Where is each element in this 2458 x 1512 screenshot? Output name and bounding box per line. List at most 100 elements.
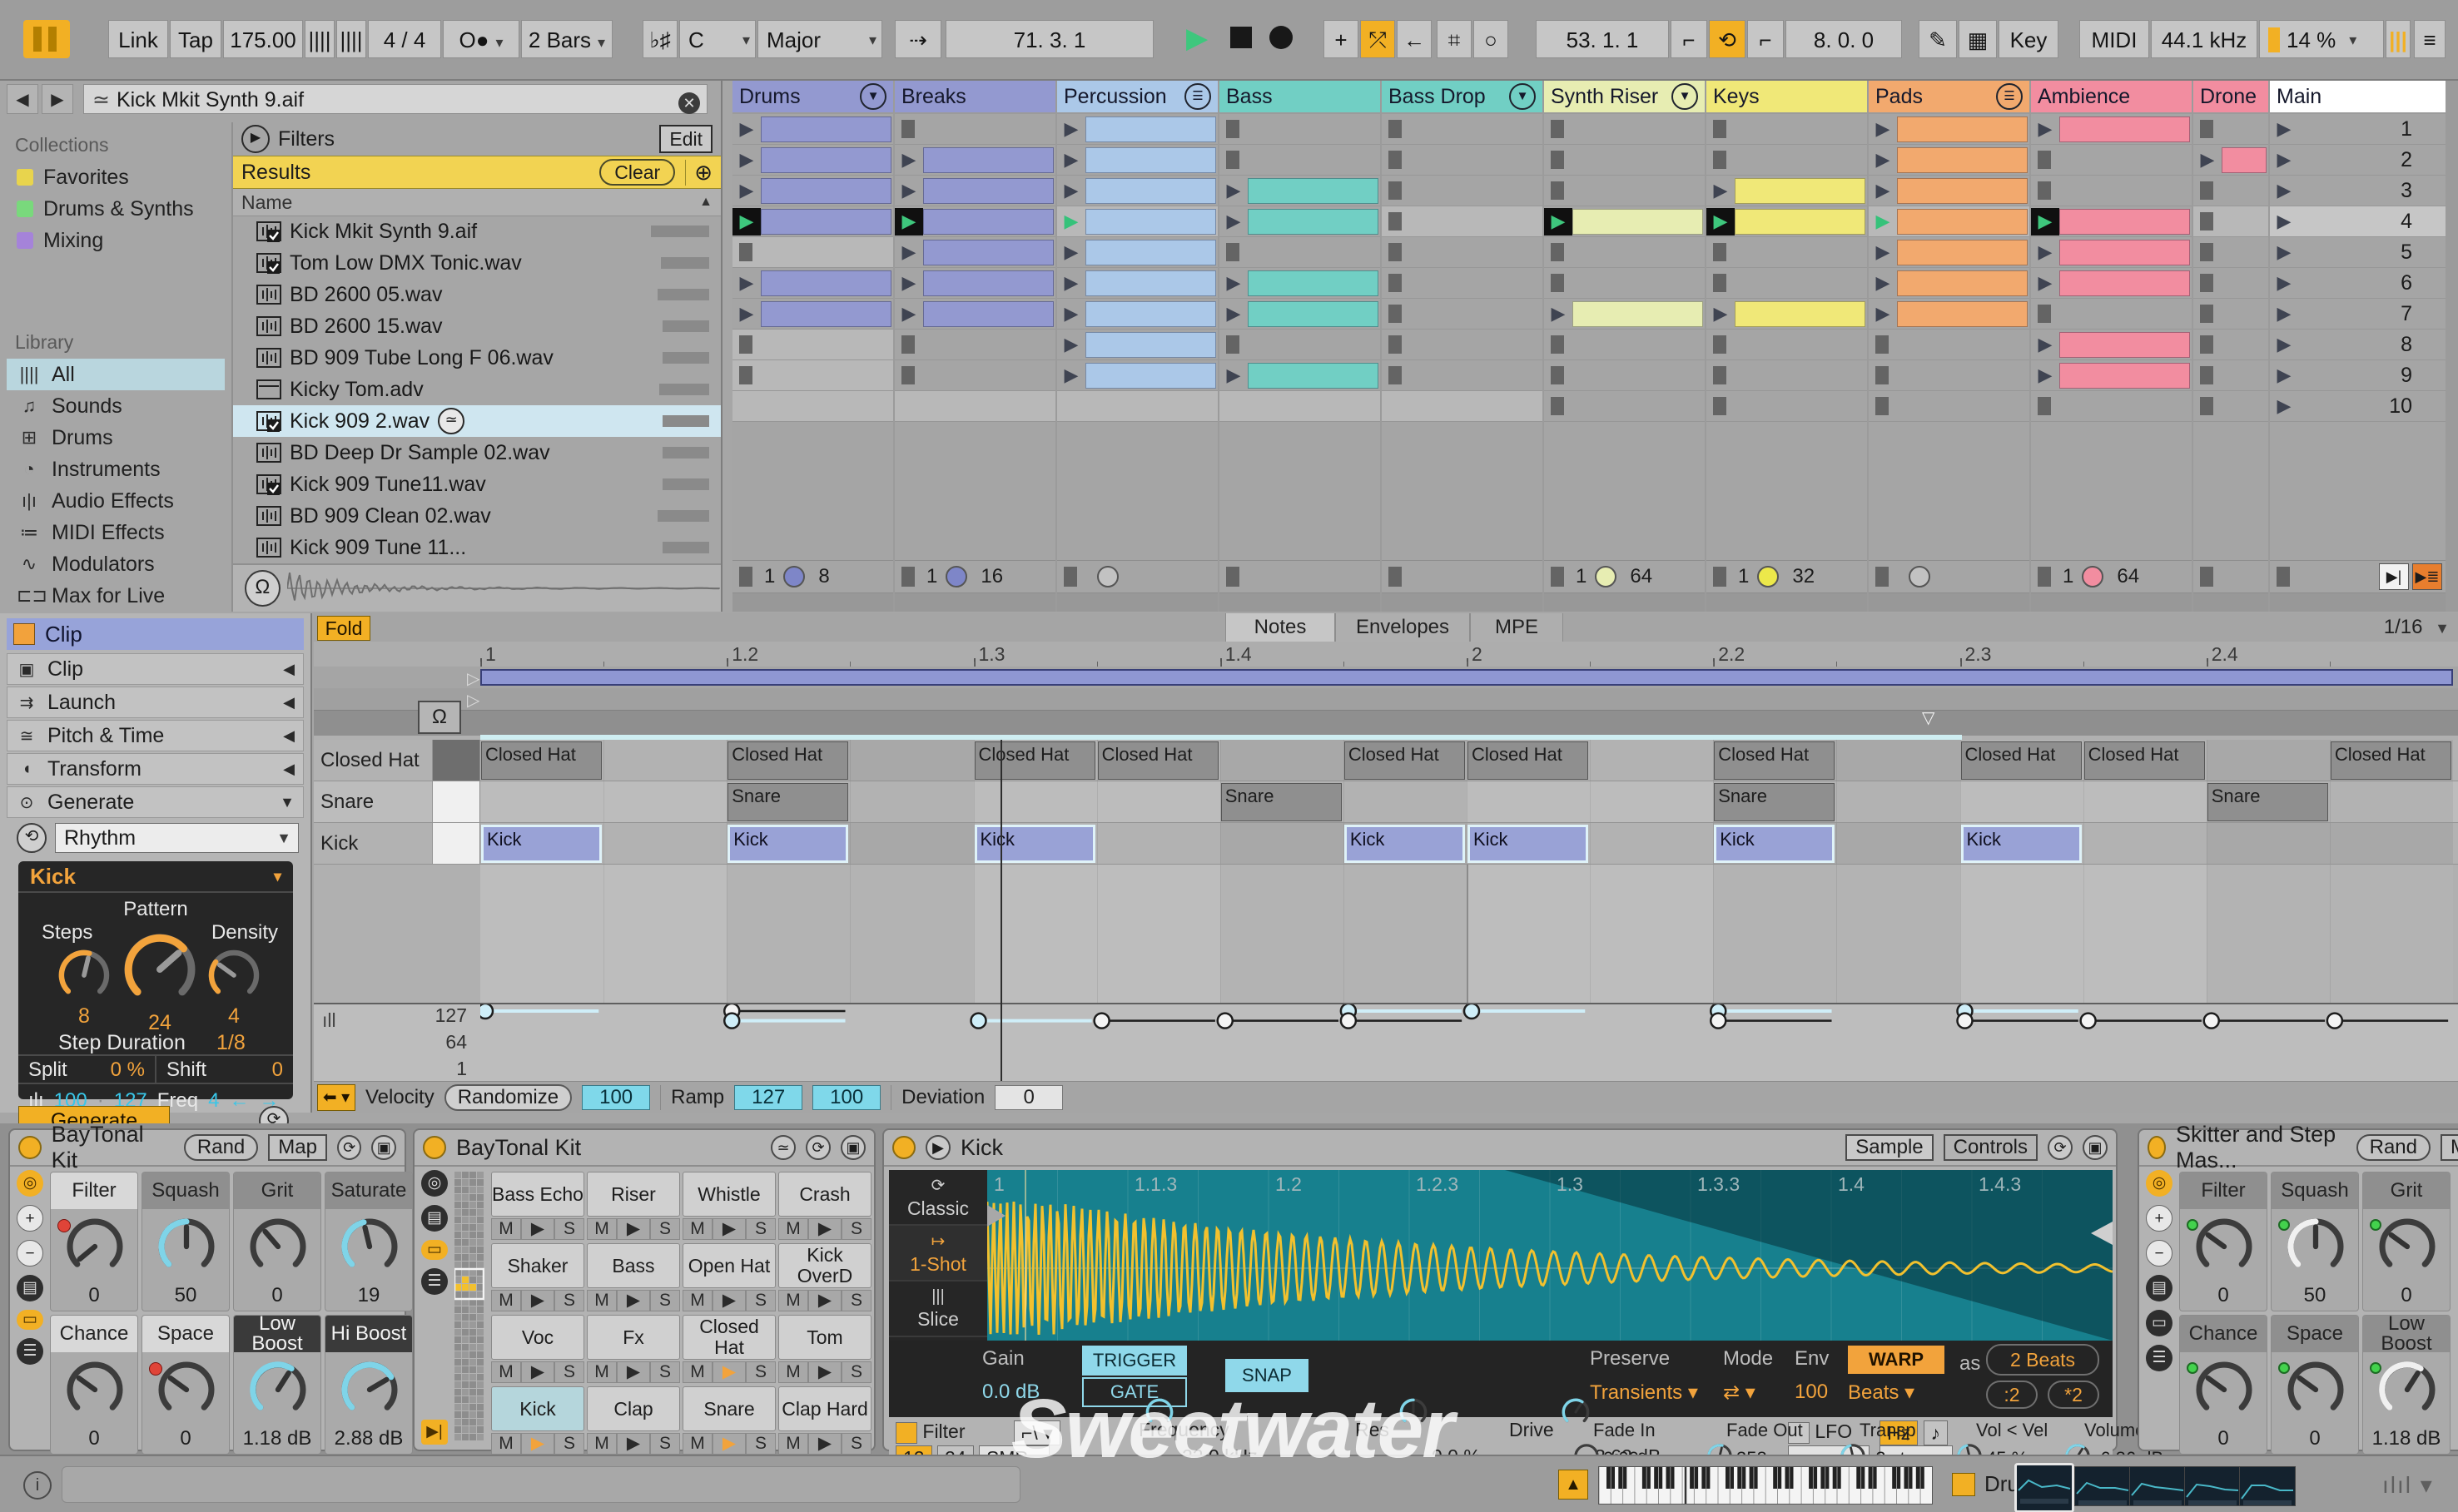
clip-slot[interactable] xyxy=(2193,268,2268,299)
track-stop-all-icon[interactable] xyxy=(2200,567,2213,587)
density-value[interactable]: 4 xyxy=(203,1004,265,1029)
note-row-label[interactable]: Snare xyxy=(314,781,433,822)
clip-stop-icon[interactable] xyxy=(901,366,915,384)
clip-slot[interactable]: ▶ xyxy=(1219,206,1380,237)
drum-pad-riser[interactable]: RiserM▶S xyxy=(587,1172,680,1242)
grid-size-menu[interactable]: 1/16 ▼ xyxy=(2384,613,2450,642)
track-status-row[interactable] xyxy=(1382,560,1542,593)
note-row-label[interactable]: Kick xyxy=(314,823,433,864)
mini-keyboard[interactable] xyxy=(1598,1466,1933,1505)
clip-slot[interactable]: ▶ xyxy=(1057,206,1218,237)
track-stop-all-icon[interactable] xyxy=(1226,567,1239,587)
quantize-menu[interactable]: 2 Bars▾ xyxy=(521,20,613,58)
macro-value[interactable]: 2.88 dB xyxy=(325,1427,412,1450)
clip-slot[interactable]: ▶ xyxy=(895,206,1055,237)
drum-pad-snare[interactable]: SnareM▶S xyxy=(683,1386,776,1456)
clip-play-icon[interactable]: ▶ xyxy=(1869,118,1897,140)
track-stop-all-icon[interactable] xyxy=(1551,567,1564,587)
section-pitch-time[interactable]: ≅Pitch & Time◀ xyxy=(7,720,304,751)
preserve-menu[interactable]: Transients ▾ xyxy=(1590,1381,1698,1405)
snapshot-icon[interactable]: ▤ xyxy=(421,1205,448,1232)
clip-play-icon[interactable]: ▶ xyxy=(732,149,761,171)
clip-slot[interactable]: ▶ xyxy=(895,299,1055,330)
clip-slot[interactable]: ▶ xyxy=(1869,145,2029,176)
snapshot-icon[interactable]: ▤ xyxy=(2146,1275,2172,1301)
clip-slot[interactable]: ▶ xyxy=(732,206,893,237)
clip-slot[interactable] xyxy=(895,360,1055,391)
track-header[interactable]: Main xyxy=(2270,81,2446,114)
clip-slot[interactable]: ▶ xyxy=(1869,237,2029,268)
pad-mute-button[interactable]: M xyxy=(683,1433,713,1455)
arrangement-view-toggle[interactable]: ≡ xyxy=(2414,20,2446,58)
macro-knob[interactable] xyxy=(61,1356,129,1428)
trigger-button[interactable]: TRIGGER xyxy=(1082,1346,1187,1376)
pad-play-button[interactable]: ▶ xyxy=(713,1433,746,1455)
clip[interactable] xyxy=(1735,209,1865,235)
pad-mute-button[interactable]: M xyxy=(778,1218,808,1240)
clip-stop-icon[interactable] xyxy=(1875,366,1889,384)
loop-button[interactable]: ⟲ xyxy=(1709,20,1745,58)
midi-note[interactable]: Snare xyxy=(1221,783,1342,821)
macro-value[interactable]: 1.18 dB xyxy=(234,1427,320,1450)
capture-midi-button[interactable]: ⌗ xyxy=(1437,20,1472,58)
clip-slot[interactable]: ▶ xyxy=(1706,299,1867,330)
pad-solo-button[interactable]: S xyxy=(842,1361,871,1383)
clip[interactable] xyxy=(1897,270,2028,296)
chain-list-icon[interactable]: ☰ xyxy=(2146,1345,2172,1371)
monitor-icon[interactable]: ▲ xyxy=(1558,1470,1588,1500)
freq-value[interactable]: 4 xyxy=(208,1089,219,1113)
clip[interactable] xyxy=(1572,301,1703,327)
macro-squash[interactable]: Squash50 xyxy=(142,1172,230,1311)
pad-solo-button[interactable]: S xyxy=(554,1218,584,1240)
clip-slot[interactable]: ▶ xyxy=(2031,237,2192,268)
cpu-meter[interactable]: 14 %▾ xyxy=(2259,20,2384,58)
clip-play-icon[interactable]: ▶ xyxy=(895,241,923,263)
clip-play-icon[interactable]: ▶ xyxy=(732,118,761,140)
clip-play-icon[interactable]: ▶ xyxy=(732,180,761,201)
hotswap-icon[interactable]: ≃ xyxy=(771,1135,796,1160)
arrangement-position-field[interactable]: 71. 3. 1 xyxy=(946,20,1154,58)
clip-play-icon[interactable]: ▶ xyxy=(1706,180,1735,201)
results-add-button[interactable]: ⊕ xyxy=(685,160,713,186)
clip-stop-icon[interactable] xyxy=(1226,151,1239,169)
tab-sample[interactable]: Sample xyxy=(1845,1134,1933,1161)
clip[interactable] xyxy=(2059,116,2190,142)
section-generate[interactable]: ⊙Generate▼ xyxy=(7,786,304,818)
browser-forward-button[interactable]: ▶ xyxy=(42,84,73,114)
mode-tab-slice[interactable]: |||Slice xyxy=(889,1281,987,1337)
pad-play-button[interactable]: ▶ xyxy=(617,1433,650,1455)
tap-tempo-button[interactable]: Tap xyxy=(170,20,221,58)
pad-play-button[interactable]: ▶ xyxy=(808,1218,842,1240)
clip-slot[interactable]: ▶ xyxy=(1057,268,1218,299)
clip-stop-icon[interactable] xyxy=(1388,366,1402,384)
midi-note[interactable]: Snare xyxy=(1714,783,1835,821)
clip-stop-icon[interactable] xyxy=(2038,151,2051,169)
file-row[interactable]: BD 909 Clean 02.wav xyxy=(233,500,721,532)
sidebar-item-instruments[interactable]: ◔Instruments xyxy=(7,454,225,485)
clip-play-icon[interactable]: ▶ xyxy=(1219,364,1248,386)
pattern-knob[interactable] xyxy=(117,926,203,1017)
velocity-markers[interactable] xyxy=(480,1004,2458,1081)
pad-play-button[interactable]: ▶ xyxy=(521,1290,554,1311)
collection-item-drums-synths[interactable]: Drums & Synths xyxy=(7,193,225,225)
clip-slot[interactable] xyxy=(2031,391,2192,422)
pad-name[interactable]: Crash xyxy=(778,1172,871,1217)
mode-menu[interactable]: ⇄ ▾ xyxy=(1723,1381,1755,1405)
drum-pad-closed-hat[interactable]: Closed HatM▶S xyxy=(683,1315,776,1385)
macro-filter[interactable]: Filter0 xyxy=(2179,1172,2267,1311)
clip-slot[interactable] xyxy=(1706,237,1867,268)
clip-slot[interactable]: ▶ xyxy=(1544,299,1705,330)
clip[interactable] xyxy=(2059,209,2190,235)
double-tempo-button[interactable]: *2 xyxy=(2048,1381,2099,1409)
clip-playing-icon[interactable]: ▶ xyxy=(1057,208,1085,235)
device-on-icon[interactable] xyxy=(2148,1136,2166,1159)
clip-slot[interactable]: ▶ xyxy=(1219,299,1380,330)
macro-space[interactable]: Space0 xyxy=(2271,1315,2359,1455)
pad-mute-button[interactable]: M xyxy=(587,1361,617,1383)
clip-stop-icon[interactable] xyxy=(1713,243,1726,261)
steps-knob[interactable] xyxy=(53,944,115,1010)
pad-mute-button[interactable]: M xyxy=(587,1433,617,1455)
clip-slot[interactable] xyxy=(1219,237,1380,268)
record-button[interactable] xyxy=(1269,26,1293,49)
results-clear-button[interactable]: Clear xyxy=(599,159,675,186)
